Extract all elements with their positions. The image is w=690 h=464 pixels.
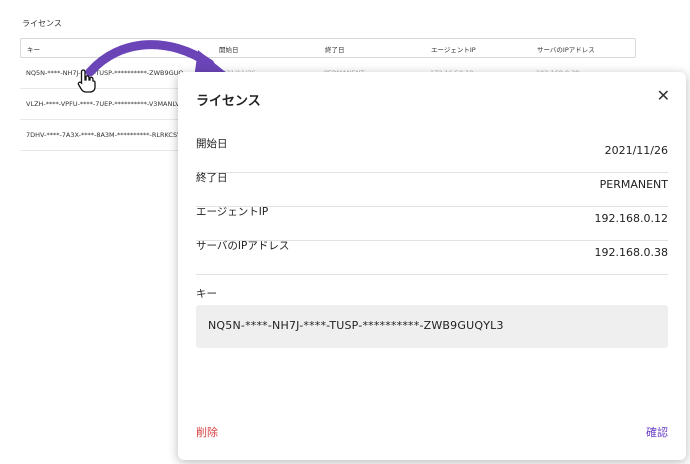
- start-date-label: 開始日: [196, 138, 228, 150]
- start-date-row: 開始日 2021/11/26: [196, 138, 668, 173]
- confirm-button[interactable]: 確認: [646, 424, 668, 440]
- row-key: VLZH-****-VPFU-****-7UEP-**********-V3MA…: [26, 100, 180, 108]
- close-icon[interactable]: ✕: [657, 86, 670, 105]
- header-end: 終了日: [325, 46, 345, 54]
- key-field[interactable]: NQ5N-****-NH7J-****-TUSP-**********-ZWB9…: [196, 305, 668, 348]
- server-ip-label: サーバのIPアドレス: [196, 240, 290, 252]
- agent-ip-value: 192.168.0.12: [594, 212, 668, 225]
- key-value: NQ5N-****-NH7J-****-TUSP-**********-ZWB9…: [208, 319, 504, 332]
- license-modal: ライセンス ✕ 開始日 2021/11/26 終了日 PERMANENT エージ…: [178, 72, 686, 460]
- delete-button[interactable]: 削除: [196, 424, 218, 440]
- header-key: キー: [27, 46, 40, 54]
- agent-ip-row: エージェントIP 192.168.0.12: [196, 206, 668, 241]
- end-date-label: 終了日: [196, 172, 228, 184]
- hand-pointer-icon: [77, 69, 96, 93]
- header-server-ip: サーバのIPアドレス: [537, 46, 595, 54]
- start-date-value: 2021/11/26: [604, 144, 668, 157]
- header-agent-ip: エージェントIP: [431, 46, 476, 54]
- row-key: 7DHV-****-7A3X-****-8A3M-**********-RLRK…: [26, 131, 182, 139]
- background-page-title: ライセンス: [22, 19, 62, 28]
- agent-ip-label: エージェントIP: [196, 206, 269, 218]
- end-date-value: PERMANENT: [599, 178, 668, 191]
- end-date-row: 終了日 PERMANENT: [196, 172, 668, 207]
- server-ip-value: 192.168.0.38: [594, 246, 668, 259]
- key-label: キー: [196, 288, 217, 300]
- server-ip-row: サーバのIPアドレス 192.168.0.38: [196, 240, 668, 275]
- modal-title: ライセンス: [196, 94, 261, 109]
